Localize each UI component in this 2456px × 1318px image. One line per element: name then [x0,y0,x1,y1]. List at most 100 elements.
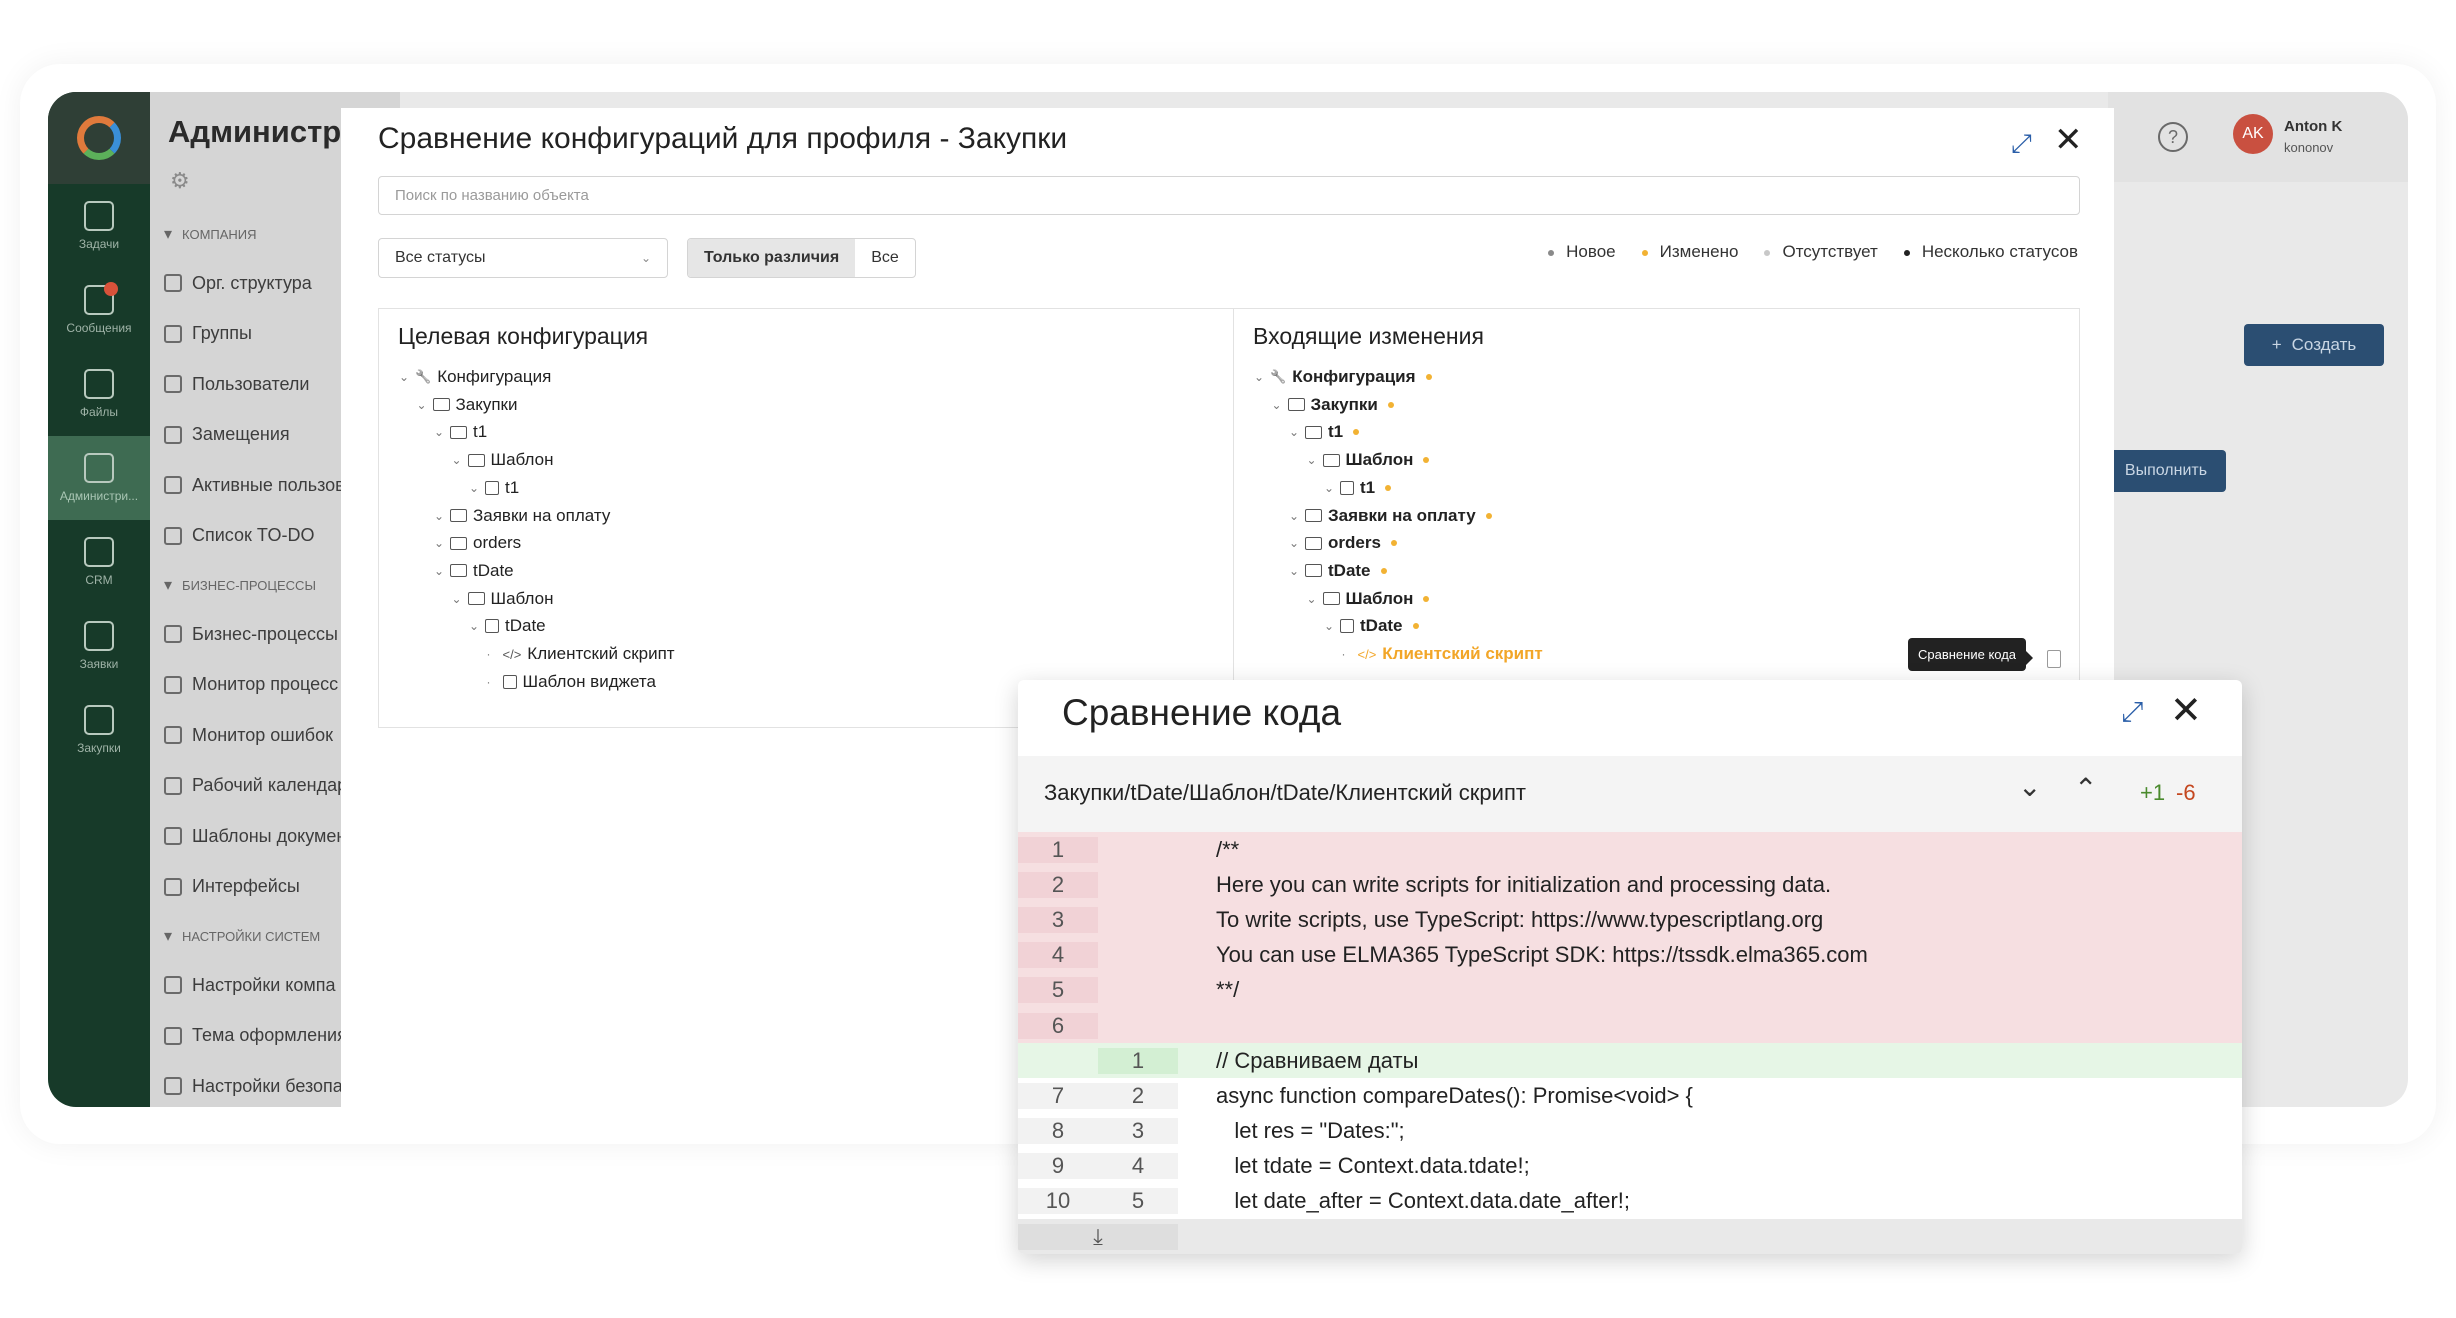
chevron-down-icon: ⌄ [1289,508,1300,523]
tree-node[interactable]: ⌄ t1 [469,474,519,502]
avatar[interactable]: AK [2233,114,2273,154]
new-line-number: 3 [1098,1118,1178,1145]
tree-node[interactable]: ⌄ Шаблон [1307,585,1430,613]
folder-icon [450,509,467,522]
tree-node[interactable]: ⌄ tDate [434,557,514,585]
tree-node[interactable]: ⌄ Заявки на оплату [434,502,610,530]
expand-more-row[interactable]: ⤓ [1018,1219,2242,1254]
sidebar-title: Администри [168,114,361,149]
sidebar-item-icon [164,1077,182,1096]
tree-node-label: Шаблон виджета [522,671,656,691]
tree-node[interactable]: ⌄ t1 [434,418,487,446]
files-icon [84,369,114,399]
tree-node-label: Шаблон [1345,450,1414,470]
code-line: 3 To write scripts, use TypeScript: https… [1018,902,2242,938]
tree-node[interactable]: ⌄ Шаблон [452,446,554,474]
legend-item: Несколько статусов [1903,242,2078,262]
tree-node[interactable]: ⌄ Шаблон [452,585,554,613]
tree-node[interactable]: ⌄ 🔧 Конфигурация [399,363,551,391]
new-line-number: 2 [1098,1082,1178,1109]
tree-node[interactable]: ⌄ orders [434,529,521,557]
next-change-icon[interactable]: ⌄ [2018,770,2041,803]
rail-item[interactable]: Сообщения [48,268,150,352]
sidebar-item-icon [164,776,182,795]
tree-node[interactable]: · </> Клиентский скрипт [487,640,675,668]
tree-node[interactable]: · </> Клиентский скрипт [1342,640,1543,668]
tree-node-label: Шаблон [490,588,554,608]
code-text: let date_after = Context.data.date_after… [1216,1188,1630,1214]
close-icon[interactable]: ✕ [2170,688,2202,733]
chevron-down-icon: ⌄ [1271,397,1282,412]
rail-item[interactable]: Файлы [48,352,150,436]
tree-node-label: Клиентский скрипт [1382,644,1543,663]
rail-item[interactable]: Закупки [48,688,150,772]
user-login: kononov [2284,140,2334,155]
legend-dot [1764,249,1771,256]
tree-node[interactable]: · Шаблон виджета [487,668,656,696]
folder-icon [1322,453,1340,467]
target-config-panel: Целевая конфигурация ⌄ 🔧 Конфигурация ⌄ Заку… [378,308,1234,728]
tree-node-label: Клиентский скрипт [527,644,675,663]
tree-node-label: Заявки на оплату [473,505,611,525]
sidebar-item-icon [164,425,182,444]
tree-node[interactable]: ⌄ tDate [1324,612,1419,640]
rail-item[interactable]: CRM [48,520,150,604]
changed-dot [1387,401,1394,408]
tree-node[interactable]: ⌄ Шаблон [1307,446,1430,474]
status-select[interactable]: Все статусы ⌄ [378,238,668,278]
file-icon[interactable] [2047,650,2061,668]
rail-item[interactable]: Задачи [48,184,150,268]
expand-icon[interactable]: ⤢ [2011,128,2032,160]
code-text: You can use ELMA365 TypeScript SDK: http… [1216,942,1868,968]
tree-node[interactable]: ⌄ t1 [1324,474,1392,502]
old-line-number: 10 [1018,1188,1098,1215]
create-button[interactable]: + Создать [2244,324,2384,366]
segment-only-diff[interactable]: Только различия [688,239,856,277]
code-line: 10 5 let date_after = Context.data.date_a… [1018,1184,2242,1219]
rail-item[interactable]: Заявки [48,604,150,688]
tree-node[interactable]: ⌄ Закупки [1272,391,1394,419]
expand-icon[interactable]: ⤢ [2121,696,2143,729]
folder-icon [1305,509,1322,522]
folder-icon [467,592,485,606]
wrench-icon: 🔧 [1270,369,1287,384]
prev-change-icon[interactable]: ⌃ [2074,772,2097,805]
tree-node[interactable]: ⌄ orders [1289,529,1397,557]
legend-label: Отсутствует [1782,242,1878,261]
tree-node-label: tDate [1328,560,1371,580]
sidebar-item-icon [164,877,182,896]
segment-all[interactable]: Все [855,239,915,277]
rail-item[interactable]: Администри... [48,436,150,520]
old-line-number: 2 [1018,871,1098,898]
legend-dot [1903,249,1910,256]
code-compare-toolbar: Закупки/tDate/Шаблон/tDate/Клиентский ск… [1018,756,2242,832]
tree-node-label: Заявки на оплату [1328,505,1476,525]
changed-dot [1423,457,1430,464]
tree-node[interactable]: ⌄ 🔧 Конфигурация [1254,363,1432,391]
close-icon[interactable]: ✕ [2054,120,2083,160]
app-logo[interactable] [48,92,150,184]
chevron-down-icon: ⌄ [451,453,462,468]
object-search-input[interactable]: Поиск по названию объекта [378,176,2080,215]
tree-node[interactable]: ⌄ t1 [1289,418,1360,446]
chevron-down-icon: ⌄ [1324,480,1335,495]
run-button[interactable]: Выполнить [2106,450,2226,492]
code-line: 5 **/ [1018,972,2242,1008]
folder-icon [1322,592,1340,606]
tree-node[interactable]: ⌄ Заявки на оплату [1289,502,1492,530]
cart-icon [84,705,114,735]
status-legend: Новое Изменено Отсутствует Несколько статус… [1548,242,2078,262]
expand-down-icon[interactable]: ⤓ [1018,1224,1178,1251]
gear-icon[interactable]: ⚙ [170,168,190,194]
tree-node[interactable]: ⌄ tDate [1289,557,1387,585]
sidebar-item-label: Настройки безопа [192,1075,343,1096]
requests-icon [84,621,114,651]
calendar-icon [1340,480,1354,495]
tree-node[interactable]: ⌄ tDate [469,612,546,640]
help-icon[interactable]: ? [2158,122,2188,152]
tree-node[interactable]: ⌄ Закупки [417,391,518,419]
target-config-title: Целевая конфигурация [398,323,649,349]
rail-item-label: Файлы [79,405,119,419]
changed-dot [1385,484,1392,491]
user-name[interactable]: Anton K [2284,118,2342,135]
